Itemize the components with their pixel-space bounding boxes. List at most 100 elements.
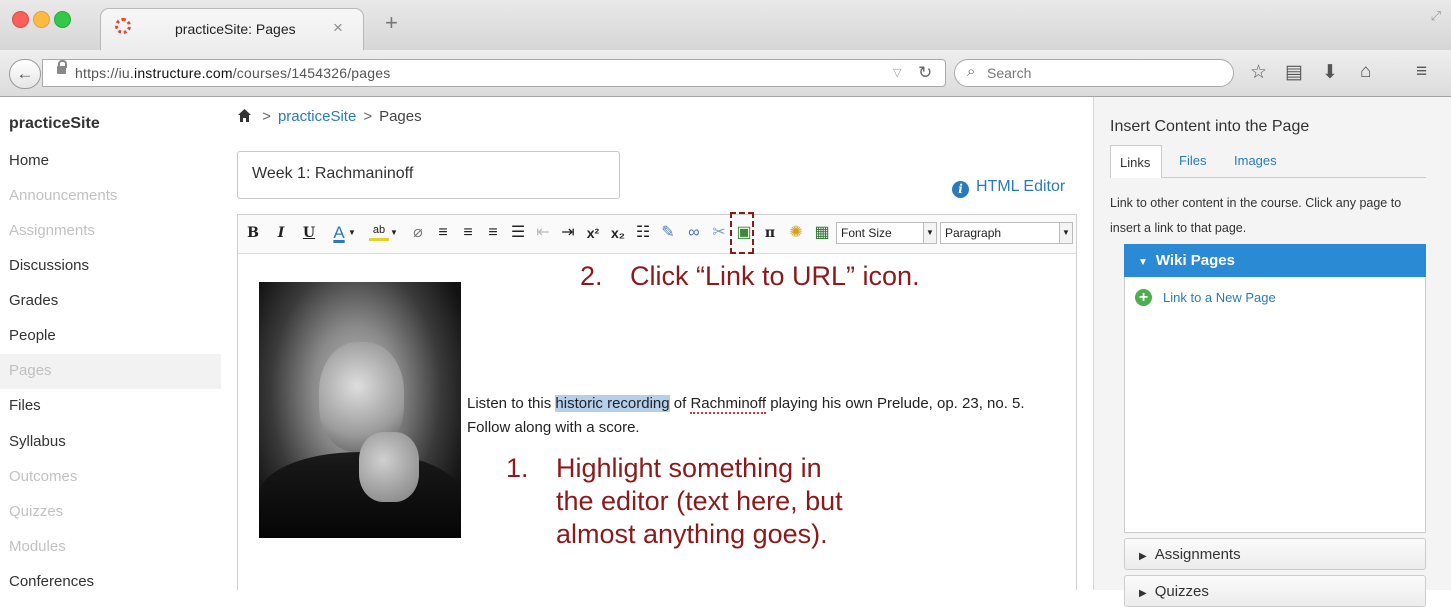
rachmaninoff-portrait-image[interactable] [259,282,461,538]
lock-icon [57,60,67,74]
menu-icon[interactable]: ≡ [1416,61,1427,83]
breadcrumb-separator: > [363,108,373,125]
nav-item-people[interactable]: People [0,319,221,354]
edit-table-icon[interactable]: ✎ [658,223,678,243]
accordion-quizzes[interactable]: ▶ Quizzes [1124,575,1426,607]
step-2-annotation: 2. Click “Link to URL” icon. [580,260,920,293]
subscript-button[interactable]: x₂ [608,223,628,243]
zoom-window-button[interactable] [54,11,71,28]
nav-item-discussions[interactable]: Discussions [0,249,221,284]
tab-files[interactable]: Files [1179,153,1206,168]
step-2-number: 2. [580,261,603,291]
eraser-icon[interactable]: ⌀ [408,223,428,243]
link-to-url-icon[interactable]: ∞ [684,223,704,243]
highlight-color-icon[interactable]: ab [369,223,389,241]
sidebar-title: Insert Content into the Page [1110,118,1310,135]
nav-item-syllabus[interactable]: Syllabus [0,425,221,460]
add-page-plus-icon[interactable]: + [1135,289,1152,306]
html-editor-link[interactable]: i HTML Editor [952,178,1065,198]
search-input[interactable]: ⌕ Search [954,59,1234,87]
bullet-list-icon[interactable]: ☰ [508,223,528,243]
breadcrumb-home-icon[interactable] [238,109,251,122]
search-icon: ⌕ [967,63,976,80]
underline-button[interactable]: U [299,223,319,243]
font-size-select[interactable]: Font Size ▼ [836,222,937,244]
search-placeholder: Search [987,65,1032,81]
browser-navbar: ← https://iu.instructure.com/courses/145… [0,50,1451,97]
editor-toolbar: B I U A ▼ ab ▼ ⌀ ≡ ≡ ≡ ☰ ⇤ ⇥ x² x₂ ☷ ✎ ∞… [238,212,1076,254]
accordion-assignments[interactable]: ▶ Assignments [1124,538,1426,570]
nav-item-files[interactable]: Files [0,389,221,424]
fullscreen-icon[interactable]: ⤢ [1431,8,1441,24]
quizzes-label: Quizzes [1154,583,1209,600]
home-icon[interactable]: ⌂ [1360,61,1371,83]
reading-list-icon[interactable]: ▤ [1285,61,1303,84]
breadcrumb-current: Pages [379,108,422,125]
highlighted-text[interactable]: historic recording [555,395,670,412]
superscript-button[interactable]: x² [583,223,603,243]
tab-links[interactable]: Links [1110,145,1162,178]
insert-content-sidebar: Insert Content into the Page Links Files… [1093,97,1451,607]
editor-body-text[interactable]: Listen to this historic recording of Rac… [467,392,1057,440]
wiki-pages-header[interactable]: ▼ Wiki Pages [1124,244,1426,277]
math-equation-button[interactable]: π [760,223,780,243]
browser-titlebar: practiceSite: Pages × + ⤢ [0,0,1451,51]
align-right-icon[interactable]: ≡ [483,223,503,243]
nav-item-home[interactable]: Home [0,144,221,179]
assignments-label: Assignments [1154,546,1241,563]
highlight-dropdown-icon[interactable]: ▼ [390,223,398,243]
link-icon-callout-box [730,212,754,254]
outdent-icon[interactable]: ⇤ [533,223,553,243]
wiki-pages-panel: + Link to a New Page [1124,277,1426,533]
new-tab-button[interactable]: + [385,12,398,34]
expanded-triangle-icon: ▼ [1138,257,1148,268]
url-bar[interactable]: https://iu.instructure.com/courses/14543… [42,59,946,87]
paragraph-format-select[interactable]: Paragraph ▼ [940,222,1073,244]
bold-button[interactable]: B [243,223,263,243]
breadcrumb-course-link[interactable]: practiceSite [278,108,356,125]
browser-tab[interactable]: practiceSite: Pages × [100,8,364,51]
align-center-icon[interactable]: ≡ [458,223,478,243]
nav-item-grades[interactable]: Grades [0,284,221,319]
breadcrumb-separator: > [262,108,271,125]
step-1-line-2: the editor (text here, but [556,486,843,516]
close-window-button[interactable] [12,11,29,28]
nav-item-assignments[interactable]: Assignments [0,214,221,249]
align-left-icon[interactable]: ≡ [433,223,453,243]
download-icon[interactable]: ⬇ [1322,61,1338,84]
collapsed-triangle-icon: ▶ [1139,551,1147,562]
bookmark-star-icon[interactable]: ☆ [1250,61,1267,84]
step-1-annotation: 1. Highlight something in the editor (tex… [506,452,843,551]
paragraph-dropdown-icon: ▼ [1059,223,1072,243]
nav-item-quizzes[interactable]: Quizzes [0,495,221,530]
course-name[interactable]: practiceSite [9,115,100,133]
page-title-input[interactable]: Week 1: Rachmaninoff [237,151,620,199]
nav-item-modules[interactable]: Modules [0,530,221,565]
insert-media-icon[interactable]: ✺ [786,223,806,243]
minimize-window-button[interactable] [33,11,50,28]
nav-item-outcomes[interactable]: Outcomes [0,460,221,495]
record-video-icon[interactable]: ▦ [812,223,832,243]
unlink-icon[interactable]: ✂ [709,223,729,243]
link-to-new-page[interactable]: Link to a New Page [1163,290,1276,305]
nav-item-pages[interactable]: Pages [0,354,221,389]
portrait-hand [359,432,419,502]
numbered-list-icon[interactable]: ☷ [633,223,653,243]
tab-close-icon[interactable]: × [333,18,343,38]
url-dropdown-icon[interactable]: ▽ [893,66,901,79]
indent-icon[interactable]: ⇥ [558,223,578,243]
misspelled-word[interactable]: Rachminoff [690,395,767,414]
tab-images[interactable]: Images [1234,153,1277,168]
back-button[interactable]: ← [9,59,41,89]
font-size-label: Font Size [841,226,892,240]
font-color-button[interactable]: A [329,223,349,243]
reload-icon[interactable]: ↻ [918,63,932,83]
tab-title: practiceSite: Pages [175,21,296,37]
paragraph-format-label: Paragraph [945,226,1002,240]
wiki-pages-label: Wiki Pages [1155,252,1235,269]
nav-item-announcements[interactable]: Announcements [0,179,221,214]
sidebar-description: Link to other content in the course. Cli… [1110,196,1402,235]
italic-button[interactable]: I [271,223,291,243]
font-color-dropdown-icon[interactable]: ▼ [348,223,356,243]
nav-item-conferences[interactable]: Conferences [0,565,221,600]
